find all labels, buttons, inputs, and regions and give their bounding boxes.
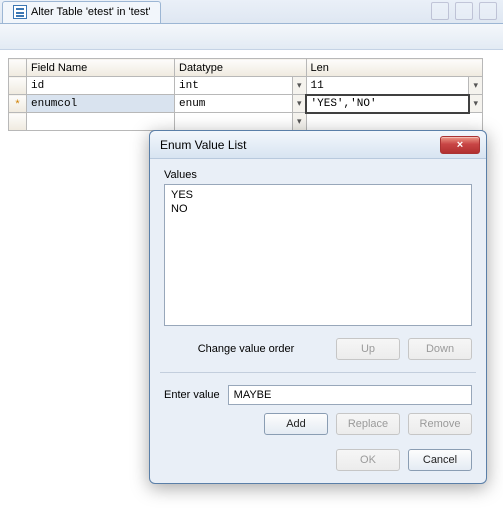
up-button[interactable]: Up <box>336 338 400 360</box>
tab-bar: Alter Table 'etest' in 'test' <box>0 0 503 24</box>
enum-value-list-dialog: Enum Value List × Values YES NO Change v… <box>149 130 487 484</box>
table-row[interactable]: id int ▾ 11 ▾ <box>9 77 483 95</box>
columns-grid: Field Name Datatype Len id int ▾ 11 ▾ * … <box>0 50 503 139</box>
remove-button[interactable]: Remove <box>408 413 472 435</box>
separator <box>160 372 476 373</box>
cell-len[interactable] <box>306 113 482 131</box>
toolbar-right-icons <box>431 2 497 20</box>
tab-title: Alter Table 'etest' in 'test' <box>31 6 150 18</box>
values-label: Values <box>164 169 472 181</box>
datatype-dropdown-icon[interactable]: ▾ <box>293 77 307 95</box>
table-row[interactable]: ▾ <box>9 113 483 131</box>
toolbar-icon[interactable] <box>431 2 449 20</box>
enter-value-label: Enter value <box>164 389 220 401</box>
dialog-titlebar[interactable]: Enum Value List × <box>150 131 486 159</box>
table-icon <box>13 5 27 19</box>
cell-len-editing[interactable]: 'YES','NO' <box>306 95 469 113</box>
cell-datatype[interactable]: enum <box>175 95 293 113</box>
values-listbox[interactable]: YES NO <box>164 184 472 326</box>
cell-datatype[interactable]: int <box>175 77 293 95</box>
cell-field[interactable]: id <box>27 77 175 95</box>
tab-alter-table[interactable]: Alter Table 'etest' in 'test' <box>2 1 161 23</box>
datatype-dropdown-icon[interactable]: ▾ <box>293 113 307 131</box>
enter-value-input[interactable] <box>228 385 472 405</box>
cell-datatype[interactable] <box>175 113 293 131</box>
header-datatype[interactable]: Datatype <box>175 59 307 77</box>
cancel-button[interactable]: Cancel <box>408 449 472 471</box>
len-dropdown-icon[interactable]: ▾ <box>469 95 483 113</box>
row-marker: * <box>9 95 27 113</box>
close-button[interactable]: × <box>440 136 480 154</box>
list-item[interactable]: NO <box>171 202 465 216</box>
toolbar-strip <box>0 24 503 50</box>
row-marker <box>9 77 27 95</box>
ok-button[interactable]: OK <box>336 449 400 471</box>
table-row[interactable]: * enumcol enum ▾ 'YES','NO' ▾ <box>9 95 483 113</box>
down-button[interactable]: Down <box>408 338 472 360</box>
order-label: Change value order <box>164 343 328 355</box>
datatype-dropdown-icon[interactable]: ▾ <box>293 95 307 113</box>
toolbar-icon[interactable] <box>455 2 473 20</box>
cell-field[interactable] <box>27 113 175 131</box>
header-row: Field Name Datatype Len <box>9 59 483 77</box>
header-field[interactable]: Field Name <box>27 59 175 77</box>
close-icon: × <box>457 139 463 151</box>
replace-button[interactable]: Replace <box>336 413 400 435</box>
add-button[interactable]: Add <box>264 413 328 435</box>
cell-field[interactable]: enumcol <box>27 95 175 113</box>
row-marker <box>9 113 27 131</box>
toolbar-icon[interactable] <box>479 2 497 20</box>
list-item[interactable]: YES <box>171 188 465 202</box>
cell-len[interactable]: 11 <box>306 77 469 95</box>
header-len[interactable]: Len <box>306 59 482 77</box>
dialog-title: Enum Value List <box>160 138 440 152</box>
len-dropdown-icon[interactable]: ▾ <box>469 77 483 95</box>
corner-header <box>9 59 27 77</box>
